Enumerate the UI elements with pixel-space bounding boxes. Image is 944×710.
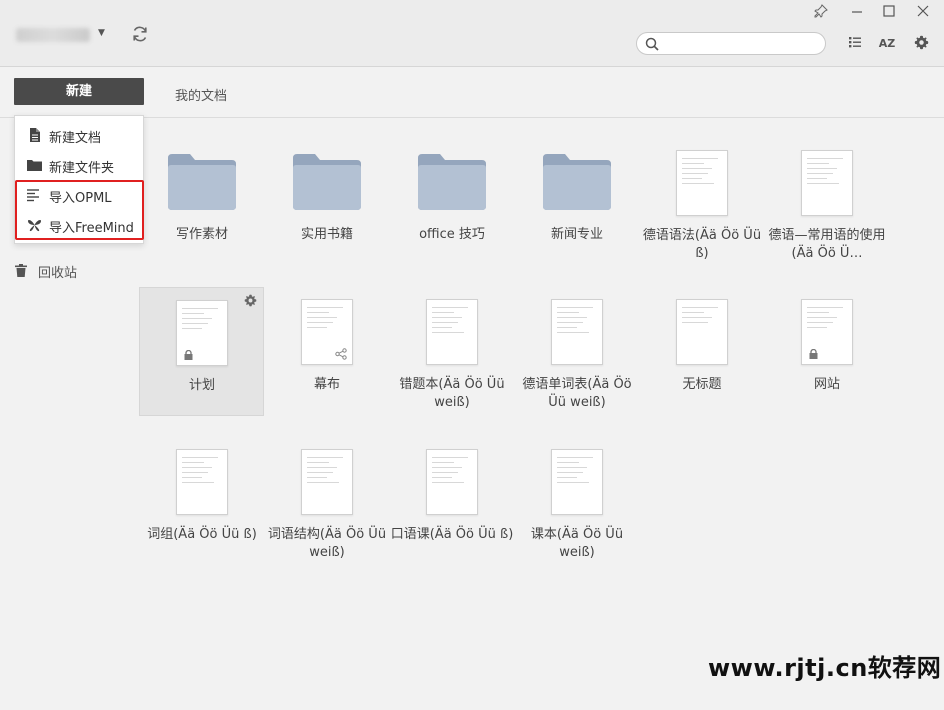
- item-label: 无标题: [682, 377, 722, 392]
- butterfly-icon: [28, 220, 41, 232]
- tab-my-documents[interactable]: 我的文档: [175, 85, 227, 104]
- chevron-down-icon[interactable]: ▼: [98, 28, 105, 38]
- document-thumbnail: [176, 449, 228, 515]
- minimize-icon[interactable]: [848, 4, 866, 20]
- item-label: 课本(Ää Öö Üü weiß): [530, 527, 624, 560]
- item-label: 实用书籍: [300, 227, 353, 242]
- item-label: 德语语法(Ää Öö Üü ß): [642, 228, 762, 261]
- item-label: 新闻专业: [550, 227, 603, 242]
- item-label: 计划: [188, 378, 215, 393]
- item-label: 口语课(Ää Öö Üü ß): [390, 527, 514, 542]
- menu-item-new-folder[interactable]: 新建文件夹: [15, 150, 143, 180]
- document-item[interactable]: 口语课(Ää Öö Üü ß): [390, 437, 514, 565]
- document-item[interactable]: 德语—常用语的使用(Ää Öö Ü…: [765, 138, 889, 266]
- item-label: 写作素材: [175, 227, 228, 242]
- document-item[interactable]: 课本(Ää Öö Üü weiß): [515, 437, 639, 565]
- document-thumbnail: [301, 449, 353, 515]
- lock-icon: [809, 349, 818, 359]
- folder-icon: [168, 154, 236, 210]
- gear-icon[interactable]: [912, 35, 930, 53]
- item-label: 德语—常用语的使用(Ää Öö Ü…: [768, 228, 886, 261]
- document-thumbnail: [801, 150, 853, 216]
- pin-icon[interactable]: [812, 4, 830, 20]
- menu-item-label: 新建文件夹: [49, 161, 115, 176]
- share-icon: [335, 348, 347, 360]
- menu-item-label: 新建文档: [49, 131, 102, 146]
- menu-item-label: 导入OPML: [49, 191, 112, 206]
- document-thumbnail: [301, 299, 353, 365]
- document-icon: [30, 128, 40, 142]
- folder-icon: [27, 160, 42, 171]
- lock-icon: [184, 350, 193, 360]
- menu-item-new-document[interactable]: 新建文档: [15, 120, 143, 150]
- new-menu: 新建文档 新建文件夹 导入OPML 导入FreeMind: [14, 115, 144, 244]
- document-thumbnail: [426, 299, 478, 365]
- account-name[interactable]: [16, 28, 90, 42]
- sync-icon[interactable]: [130, 24, 150, 44]
- search-icon: [645, 37, 659, 51]
- search-input[interactable]: [665, 35, 815, 52]
- menu-item-import-freemind[interactable]: 导入FreeMind: [15, 210, 143, 240]
- item-label: office 技巧: [419, 227, 485, 242]
- item-label: 德语单词表(Ää Öö Üü weiß): [522, 377, 632, 410]
- list-view-icon[interactable]: [846, 35, 864, 53]
- document-thumbnail: [176, 300, 228, 366]
- sidebar-item-label: 回收站: [38, 266, 78, 281]
- folder-icon: [418, 154, 486, 210]
- folder-item[interactable]: 实用书籍: [265, 150, 389, 278]
- outline-icon: [27, 189, 39, 202]
- search-box[interactable]: [636, 32, 826, 55]
- document-thumbnail: [551, 449, 603, 515]
- document-item[interactable]: 无标题: [640, 287, 764, 415]
- gear-icon[interactable]: [244, 294, 257, 307]
- menu-item-label: 导入FreeMind: [49, 221, 134, 236]
- document-thumbnail: [551, 299, 603, 365]
- document-item[interactable]: 德语语法(Ää Öö Üü ß): [640, 138, 764, 266]
- document-item[interactable]: 网站: [765, 287, 889, 415]
- item-label: 词组(Ää Öö Üü ß): [147, 527, 257, 542]
- folder-item[interactable]: office 技巧: [390, 150, 514, 278]
- item-label: 词语结构(Ää Öö Üü weiß): [267, 527, 387, 560]
- trash-icon: [15, 264, 27, 277]
- document-item[interactable]: 词语结构(Ää Öö Üü weiß): [265, 437, 389, 565]
- menu-item-import-opml[interactable]: 导入OPML: [15, 180, 143, 210]
- new-button[interactable]: 新建: [14, 78, 144, 105]
- folder-icon: [543, 154, 611, 210]
- item-label: 错题本(Ää Öö Üü weiß): [399, 377, 505, 410]
- sort-az-icon[interactable]: AZ: [878, 35, 896, 53]
- document-item[interactable]: 幕布: [265, 287, 389, 415]
- document-item[interactable]: 错题本(Ää Öö Üü weiß): [390, 287, 514, 415]
- folder-icon: [293, 154, 361, 210]
- document-thumbnail: [801, 299, 853, 365]
- folder-item[interactable]: 写作素材: [140, 150, 264, 278]
- maximize-icon[interactable]: [880, 4, 898, 20]
- folder-item[interactable]: 新闻专业: [515, 150, 639, 278]
- watermark: www.rjtj.cn软荐网: [708, 654, 942, 682]
- document-thumbnail: [676, 150, 728, 216]
- item-label: 网站: [813, 377, 840, 392]
- item-label: 幕布: [313, 377, 340, 392]
- document-item[interactable]: 词组(Ää Öö Üü ß): [140, 437, 264, 565]
- document-thumbnail: [426, 449, 478, 515]
- document-item[interactable]: 德语单词表(Ää Öö Üü weiß): [515, 287, 639, 415]
- close-icon[interactable]: [914, 4, 932, 20]
- document-thumbnail: [676, 299, 728, 365]
- title-bar: ▼ AZ: [0, 0, 944, 67]
- document-item-selected[interactable]: 计划: [139, 287, 264, 416]
